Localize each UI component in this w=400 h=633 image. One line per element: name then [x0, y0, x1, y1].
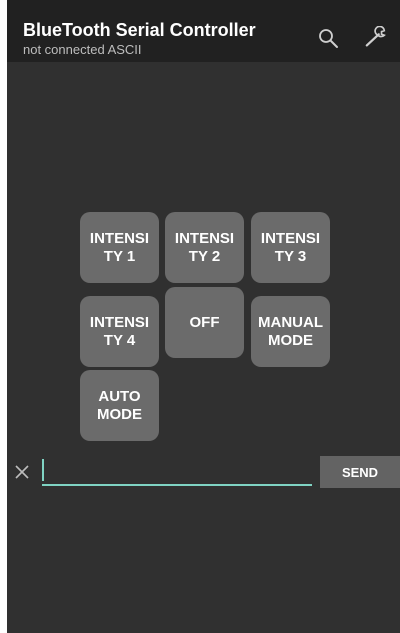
command-input-row: SEND — [7, 455, 400, 489]
intensity-2-button[interactable]: INTENSI TY 2 — [165, 212, 244, 283]
input-underline — [42, 484, 312, 486]
command-input[interactable] — [42, 459, 312, 485]
connection-status: not connected ASCII — [23, 42, 142, 57]
action-bar: BlueTooth Serial Controller not connecte… — [7, 0, 400, 62]
off-button[interactable]: OFF — [165, 287, 244, 358]
manual-mode-button[interactable]: MANUAL MODE — [251, 296, 330, 367]
app-title: BlueTooth Serial Controller — [23, 20, 256, 40]
intensity-4-button[interactable]: INTENSI TY 4 — [80, 296, 159, 367]
clear-icon[interactable] — [11, 460, 33, 484]
wrench-icon[interactable] — [364, 26, 388, 50]
intensity-1-button[interactable]: INTENSI TY 1 — [80, 212, 159, 283]
auto-mode-button[interactable]: AUTO MODE — [80, 370, 159, 441]
send-button[interactable]: SEND — [320, 456, 400, 488]
search-icon[interactable] — [316, 26, 340, 50]
intensity-3-button[interactable]: INTENSI TY 3 — [251, 212, 330, 283]
app-screen: BlueTooth Serial Controller not connecte… — [7, 0, 400, 633]
